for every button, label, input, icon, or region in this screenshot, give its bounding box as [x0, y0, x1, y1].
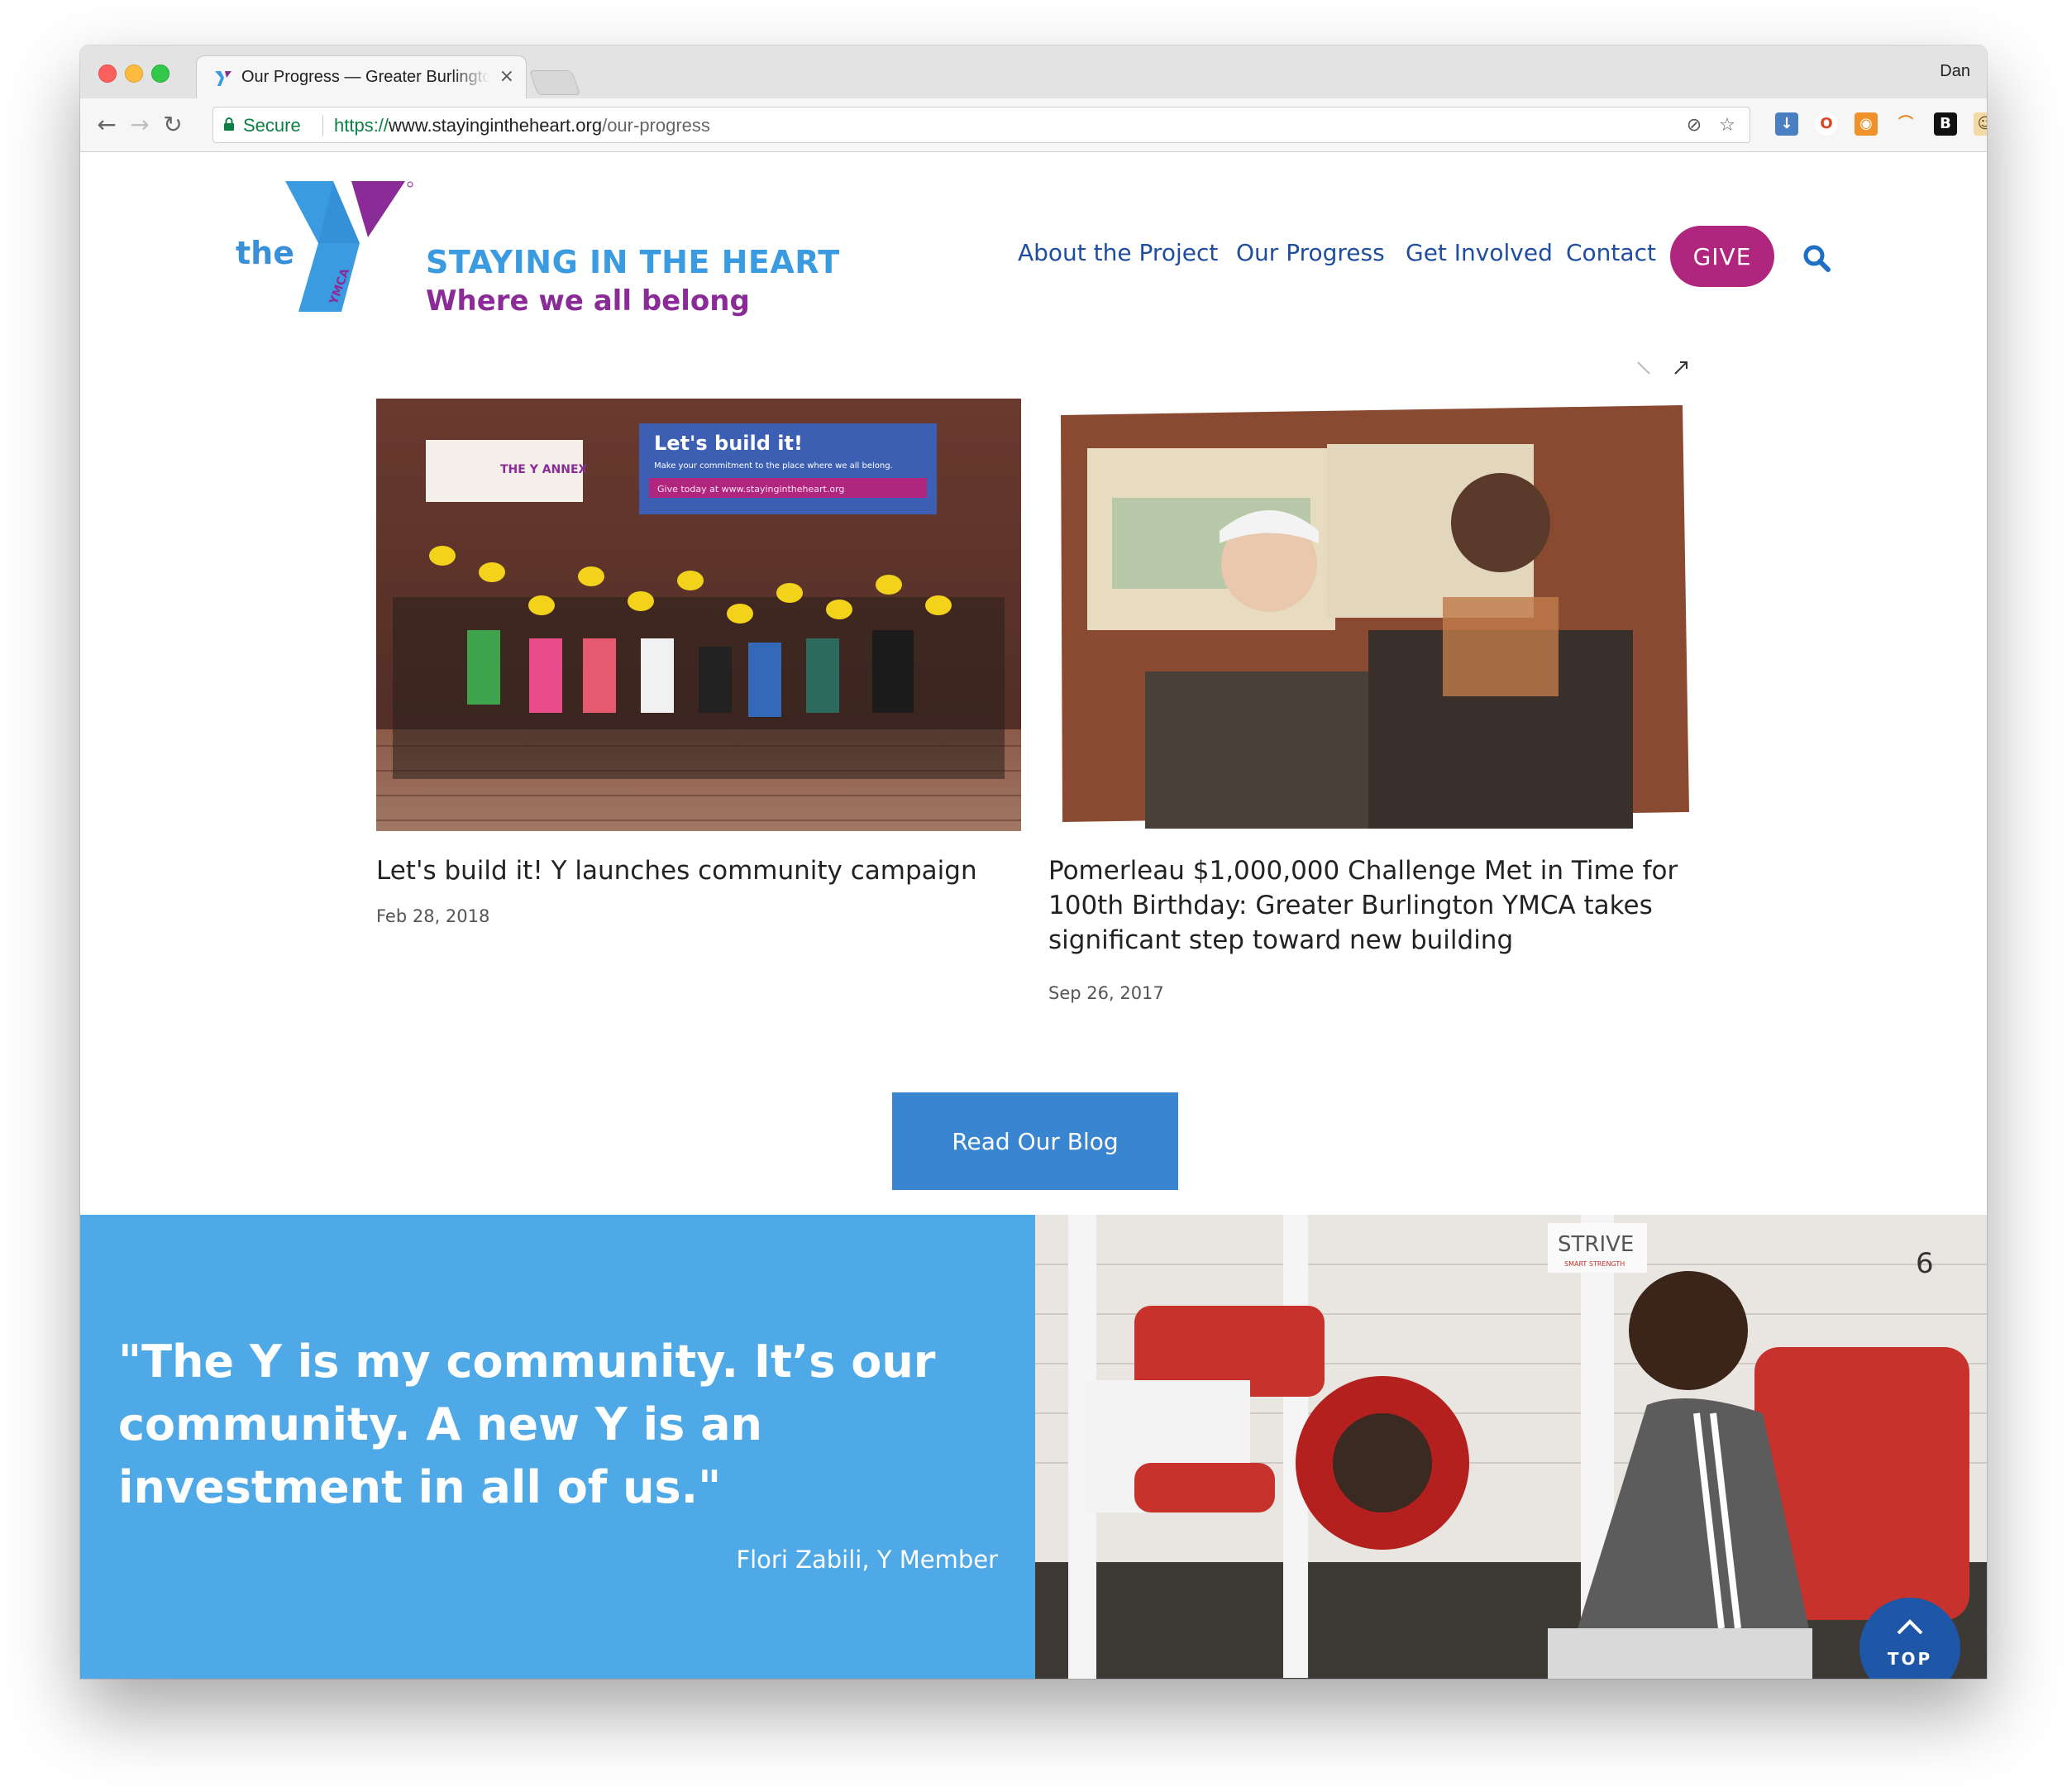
- post-image-campaign[interactable]: THE Y ANNEX Let's build it! Make your co…: [376, 399, 1021, 831]
- carousel-prev-arrow-icon[interactable]: [1635, 359, 1653, 377]
- gym-sign-text: STRIVE: [1558, 1232, 1634, 1257]
- secure-label: Secure: [243, 115, 301, 136]
- back-arrow-icon[interactable]: ←: [92, 110, 122, 140]
- pomerleau-photo: [1054, 399, 1691, 831]
- banner-title-text: Let's build it!: [654, 432, 803, 455]
- chevron-up-icon: [1897, 1619, 1923, 1635]
- post-title[interactable]: Pomerleau $1,000,000 Challenge Met in Ti…: [1048, 853, 1693, 958]
- rss-extension-icon[interactable]: ◉: [1855, 112, 1878, 136]
- search-icon[interactable]: [1802, 243, 1831, 273]
- url-host: www.stayingintheheart.org: [389, 115, 603, 136]
- minimize-window-button[interactable]: [125, 65, 143, 83]
- url-path: /our-progress: [602, 115, 710, 136]
- tab-close-icon[interactable]: ×: [499, 66, 514, 87]
- nav-contact[interactable]: Contact: [1566, 239, 1656, 266]
- page-viewport: YMCA the STAYING IN THE HEART Where we a…: [80, 152, 1987, 1679]
- back-to-top-label: TOP: [1887, 1649, 1933, 1669]
- sign-annex-text: THE Y ANNEX: [500, 463, 588, 476]
- reload-icon[interactable]: ↻: [158, 110, 188, 140]
- gym-sign-subtext: SMART STRENGTH: [1564, 1260, 1625, 1268]
- campaign-photo: THE Y ANNEX Let's build it! Make your co…: [376, 399, 1021, 831]
- maximize-window-button[interactable]: [151, 65, 169, 83]
- b-extension-icon[interactable]: B: [1934, 112, 1957, 136]
- ymca-favicon-icon: [215, 71, 232, 86]
- post-image-pomerleau[interactable]: [1054, 399, 1691, 831]
- close-window-button[interactable]: [98, 65, 117, 83]
- browser-window: Our Progress — Greater Burlington YMCA ×…: [80, 45, 1987, 1679]
- nav-our-progress[interactable]: Our Progress: [1236, 239, 1385, 266]
- nav-about-the-project[interactable]: About the Project: [1018, 239, 1218, 266]
- new-tab-button[interactable]: [528, 70, 581, 95]
- testimonial-photo: STRIVE SMART STRENGTH 6: [1035, 1215, 1987, 1679]
- give-button[interactable]: GIVE: [1670, 226, 1774, 287]
- gym-photo: STRIVE SMART STRENGTH 6: [1035, 1215, 1987, 1679]
- translate-icon[interactable]: ⊘: [1683, 115, 1705, 136]
- tab-title: Our Progress — Greater Burlington YMCA: [241, 68, 489, 86]
- forward-arrow-icon[interactable]: →: [125, 110, 155, 140]
- post-title[interactable]: Let's build it! Y launches community cam…: [376, 853, 1021, 888]
- browser-tab-active[interactable]: Our Progress — Greater Burlington YMCA ×: [196, 55, 527, 98]
- banner-subtitle-text: Make your commitment to the place where …: [654, 461, 893, 471]
- testimonial-quote: "The Y is my community. It’s our communi…: [118, 1336, 936, 1513]
- url-text[interactable]: https://www.stayingintheheart.org/our-pr…: [334, 115, 710, 136]
- logo-the-text: the: [236, 235, 294, 271]
- download-extension-icon[interactable]: ↓: [1775, 112, 1798, 136]
- url-scheme: https://: [334, 115, 389, 136]
- face-extension-icon[interactable]: ☺: [1974, 112, 1987, 136]
- opera-extension-icon[interactable]: O: [1815, 112, 1838, 136]
- gym-machine-number: 6: [1916, 1247, 1934, 1280]
- browser-toolbar: ← → ↻ Secure https://www.stayinginthehea…: [80, 98, 1987, 152]
- profile-name[interactable]: Dan: [1940, 62, 1970, 81]
- nav-get-involved[interactable]: Get Involved: [1406, 239, 1553, 266]
- testimonial-panel: "The Y is my community. It’s our communi…: [80, 1215, 1035, 1679]
- bookmark-star-icon[interactable]: ☆: [1716, 115, 1738, 136]
- arc-extension-icon[interactable]: ⌒: [1894, 112, 1917, 136]
- banner-give-text: Give today at www.stayingintheheart.org: [657, 484, 844, 495]
- post-date: Feb 28, 2018: [376, 906, 490, 926]
- omnibox-divider: [322, 115, 323, 136]
- lock-icon: [224, 117, 234, 131]
- testimonial-author: Flori Zabili, Y Member: [736, 1546, 998, 1574]
- address-bar[interactable]: Secure https://www.stayingintheheart.org…: [212, 107, 1750, 143]
- read-our-blog-button[interactable]: Read Our Blog: [892, 1092, 1178, 1190]
- tagline-primary: STAYING IN THE HEART: [426, 244, 840, 280]
- carousel-next-arrow-icon[interactable]: [1672, 359, 1690, 377]
- tagline-secondary: Where we all belong: [426, 284, 750, 318]
- post-date: Sep 26, 2017: [1048, 983, 1164, 1003]
- tab-strip: Our Progress — Greater Burlington YMCA ×…: [80, 45, 1987, 99]
